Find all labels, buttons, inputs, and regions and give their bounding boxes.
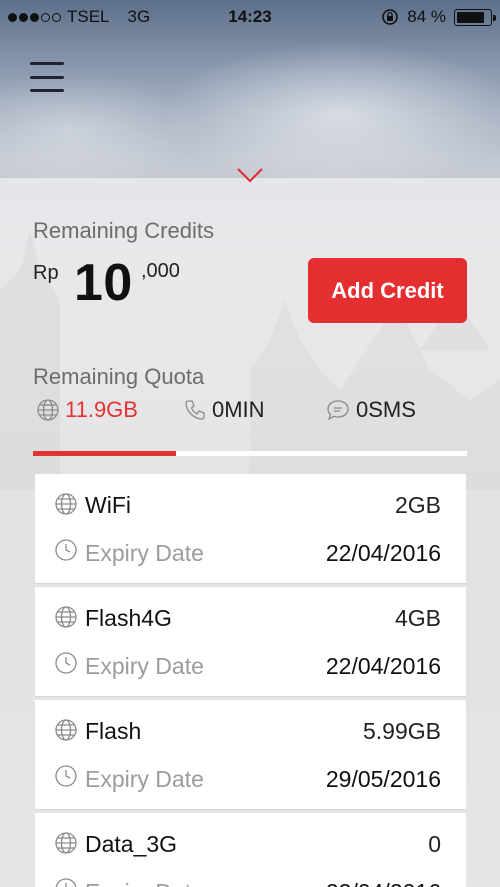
clock-icon <box>55 765 77 787</box>
globe-icon <box>37 399 59 421</box>
status-bar: TSEL 3G 14:23 84 % <box>0 0 500 34</box>
quota-data: 11.9GB <box>36 397 138 423</box>
battery-percent: 84 % <box>407 7 446 26</box>
credit-amount: 10 <box>74 254 133 312</box>
quota-progress-fill <box>33 451 177 456</box>
expiry-date: 22/04/2016 <box>326 879 441 887</box>
package-name: Flash4G <box>85 605 172 631</box>
package-amount: 2GB <box>394 492 441 518</box>
expiry-label: Expiry Date <box>85 879 204 887</box>
chevron-down-icon[interactable] <box>236 166 264 184</box>
quota-summary: 11.9GB 0MIN 0SMS <box>0 397 500 425</box>
expiry-date: 29/05/2016 <box>325 766 441 792</box>
lock-rotation-icon <box>382 9 399 25</box>
signal-strength-icon <box>8 12 61 22</box>
chat-bubble-icon <box>327 400 349 421</box>
quota-minutes-value: 0MIN <box>212 397 265 422</box>
phone-icon <box>185 400 205 420</box>
package-card[interactable]: Data_3G 0 Expiry Date 22/04/2016 <box>35 813 466 887</box>
remaining-quota-label: Remaining Quota <box>33 364 205 389</box>
package-card[interactable]: Flash 5.99GB Expiry Date 29/05/2016 <box>35 700 466 809</box>
currency-label: Rp <box>33 262 59 284</box>
battery-fill <box>457 11 484 23</box>
globe-icon <box>55 493 77 515</box>
clock-icon <box>55 878 77 887</box>
package-list: WiFi 2GB Expiry Date 22/04/2016 Flash4G … <box>35 474 466 887</box>
carrier-name: TSEL <box>67 7 110 26</box>
hamburger-menu-icon[interactable] <box>30 62 64 92</box>
cloud <box>160 40 500 190</box>
remaining-credits-label: Remaining Credits <box>33 218 214 243</box>
package-card[interactable]: Flash4G 4GB Expiry Date 22/04/2016 <box>35 587 466 696</box>
package-amount: 0 <box>428 831 441 857</box>
globe-icon <box>55 719 77 741</box>
clock-icon <box>55 539 77 561</box>
package-amount: 4GB <box>394 605 441 631</box>
quota-sms-value: 0SMS <box>356 397 416 422</box>
quota-sms: 0SMS <box>325 397 416 423</box>
expiry-date: 22/04/2016 <box>325 540 441 566</box>
expiry-label: Expiry Date <box>85 540 204 566</box>
network-type: 3G <box>127 7 151 26</box>
globe-icon <box>55 606 77 628</box>
package-card[interactable]: WiFi 2GB Expiry Date 22/04/2016 <box>35 474 466 583</box>
expiry-label: Expiry Date <box>85 653 204 679</box>
package-amount: 5.99GB <box>363 718 441 744</box>
add-credit-button[interactable]: Add Credit <box>308 258 467 323</box>
expiry-label: Expiry Date <box>85 766 204 792</box>
quota-progress-bar <box>33 451 467 456</box>
globe-icon <box>55 832 77 854</box>
battery-icon <box>454 8 496 26</box>
expiry-date: 22/04/2016 <box>325 653 441 679</box>
credit-decimals: ,000 <box>141 260 180 282</box>
quota-data-value: 11.9GB <box>65 397 138 422</box>
package-name: Data_3G <box>85 831 178 857</box>
package-name: WiFi <box>85 492 131 518</box>
package-name: Flash <box>85 718 142 744</box>
clock-icon <box>55 652 77 674</box>
quota-minutes: 0MIN <box>183 397 265 423</box>
